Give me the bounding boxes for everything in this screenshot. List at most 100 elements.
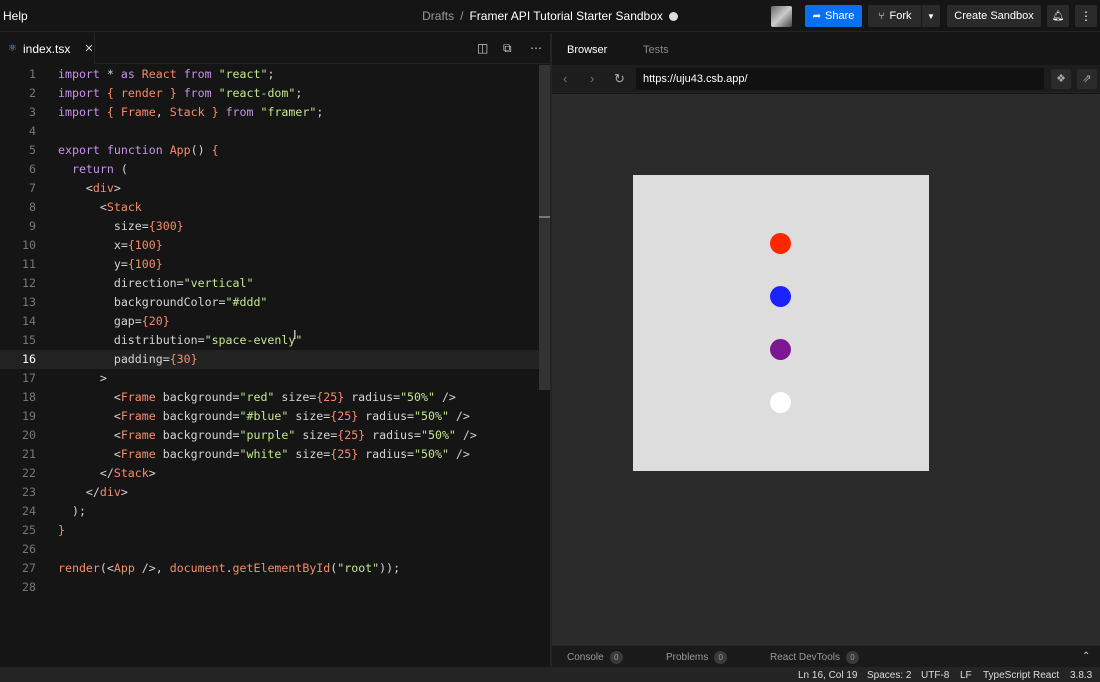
line-number: 19 (22, 409, 36, 423)
code-line[interactable]: 6 return ( (0, 160, 550, 179)
more-menu-button[interactable]: ⋮ (1075, 5, 1097, 27)
code-text: direction="vertical" (58, 276, 254, 290)
avatar[interactable] (771, 6, 792, 27)
code-line[interactable]: 4 (0, 122, 550, 141)
code-text: } (58, 523, 65, 537)
refresh-icon[interactable]: ↻ (614, 71, 625, 87)
code-line[interactable]: 11 y={100} (0, 255, 550, 274)
code-line[interactable]: 10 x={100} (0, 236, 550, 255)
code-text: x={100} (58, 238, 163, 252)
preview-icon[interactable]: ⧉ (503, 41, 512, 56)
code-editor[interactable]: 1 import * as React from "react"; 2 import … (0, 65, 550, 667)
code-line[interactable]: 12 direction="vertical" (0, 274, 550, 293)
code-line[interactable]: 5 export function App() { (0, 141, 550, 160)
open-new-window-icon[interactable]: ⇗ (1077, 69, 1097, 89)
line-number: 27 (22, 561, 36, 575)
more-horizontal-icon[interactable]: ⋯ (530, 41, 542, 55)
fork-dropdown-button[interactable]: ▼ (921, 5, 940, 27)
file-tab-name: index.tsx (23, 41, 71, 56)
problems-label: Problems (666, 652, 709, 663)
code-line[interactable]: 16 padding={30} (0, 350, 550, 369)
code-line[interactable]: 17 > (0, 369, 550, 388)
code-line[interactable]: 13 backgroundColor="#ddd" (0, 293, 550, 312)
line-number: 16 (22, 352, 36, 366)
share-button[interactable]: ➦ Share (805, 5, 862, 27)
line-number: 20 (22, 428, 36, 442)
line-number: 17 (22, 371, 36, 385)
sandbox-title[interactable]: Framer API Tutorial Starter Sandbox (469, 9, 662, 23)
code-line[interactable]: 8 <Stack (0, 198, 550, 217)
line-number: 7 (29, 181, 36, 195)
code-line[interactable]: 2 import { render } from "react-dom"; (0, 84, 550, 103)
chevron-up-icon[interactable]: ⌃ (1082, 651, 1090, 662)
chevron-down-icon: ▼ (927, 11, 935, 21)
back-icon[interactable]: ‹ (563, 71, 567, 86)
code-text: ); (58, 504, 86, 518)
encoding[interactable]: UTF-8 (921, 670, 949, 681)
code-line[interactable]: 14 gap={20} (0, 312, 550, 331)
line-ending[interactable]: LF (960, 670, 972, 681)
breadcrumb-drafts[interactable]: Drafts (422, 9, 454, 23)
code-line[interactable]: 25} (0, 521, 550, 540)
code-line[interactable]: 15 distribution="space-evenly" (0, 331, 550, 350)
breadcrumb-separator: / (460, 9, 464, 23)
notifications-button[interactable]: 🔔︎ (1047, 5, 1069, 27)
code-line[interactable]: 28 (0, 578, 550, 597)
code-line[interactable]: 26 (0, 540, 550, 559)
line-number: 6 (29, 162, 36, 176)
line-number: 5 (29, 143, 36, 157)
line-number: 25 (22, 523, 36, 537)
tab-browser[interactable]: Browser (567, 44, 607, 56)
line-number: 24 (22, 504, 36, 518)
code-line[interactable]: 27 render(<App />, document.getElementByI… (0, 559, 550, 578)
code-line[interactable]: 22 </Stack> (0, 464, 550, 483)
editor-header: ⚛ index.tsx ✕ ◫ ⧉ ⋯ (0, 33, 550, 64)
fork-icon: ⑂ (878, 10, 885, 22)
tab-console[interactable]: Console 0 (567, 651, 623, 664)
tab-tests[interactable]: Tests (643, 44, 669, 56)
forward-icon[interactable]: › (590, 71, 594, 86)
code-line[interactable]: 9 size={300} (0, 217, 550, 236)
code-line[interactable]: 19 <Frame background="#blue" size={25} r… (0, 407, 550, 426)
code-text: <Frame background="purple" size={25} rad… (58, 428, 477, 442)
tab-problems[interactable]: Problems 0 (666, 651, 728, 664)
red-circle (770, 233, 791, 254)
code-text: <Frame background="red" size={25} radius… (58, 390, 456, 404)
editor-scrollbar[interactable] (539, 65, 550, 390)
code-line[interactable]: 24 ); (0, 502, 550, 521)
close-icon[interactable]: ✕ (84, 42, 93, 55)
code-line[interactable]: 18 <Frame background="red" size={25} rad… (0, 388, 550, 407)
cursor-position[interactable]: Ln 16, Col 19 (798, 670, 858, 681)
code-line[interactable]: 1 import * as React from "react"; (0, 65, 550, 84)
console-label: Console (567, 652, 604, 663)
url-input[interactable]: https://uju43.csb.app/ (636, 68, 1044, 90)
code-text: > (58, 371, 107, 385)
line-number: 8 (29, 200, 36, 214)
line-number: 22 (22, 466, 36, 480)
preview-header: Browser Tests (552, 33, 1100, 65)
line-number: 2 (29, 86, 36, 100)
language-mode[interactable]: TypeScript React (983, 670, 1059, 681)
more-vertical-icon: ⋮ (1080, 9, 1092, 23)
code-line[interactable]: 23 </div> (0, 483, 550, 502)
line-number: 9 (29, 219, 36, 233)
code-line[interactable]: 21 <Frame background="white" size={25} r… (0, 445, 550, 464)
code-line[interactable]: 20 <Frame background="purple" size={25} … (0, 426, 550, 445)
line-number: 14 (22, 314, 36, 328)
create-sandbox-button[interactable]: Create Sandbox (947, 5, 1041, 27)
code-text: backgroundColor="#ddd" (58, 295, 268, 309)
fork-button[interactable]: ⑂ Fork (868, 5, 922, 27)
code-line[interactable]: 3 import { Frame, Stack } from "framer"; (0, 103, 550, 122)
indentation[interactable]: Spaces: 2 (867, 670, 911, 681)
help-menu[interactable]: Help (3, 9, 28, 23)
line-number: 26 (22, 542, 36, 556)
line-number: 18 (22, 390, 36, 404)
bell-icon: 🔔︎ (1051, 10, 1065, 22)
file-tab[interactable]: ⚛ index.tsx ✕ (0, 33, 95, 64)
split-view-icon[interactable]: ◫ (477, 41, 488, 55)
tab-react-devtools[interactable]: React DevTools 0 (770, 651, 860, 664)
share-label: Share (825, 10, 855, 22)
typescript-version[interactable]: 3.8.3 (1070, 670, 1092, 681)
codesandbox-icon[interactable]: ❖ (1051, 69, 1071, 89)
code-line[interactable]: 7 <div> (0, 179, 550, 198)
